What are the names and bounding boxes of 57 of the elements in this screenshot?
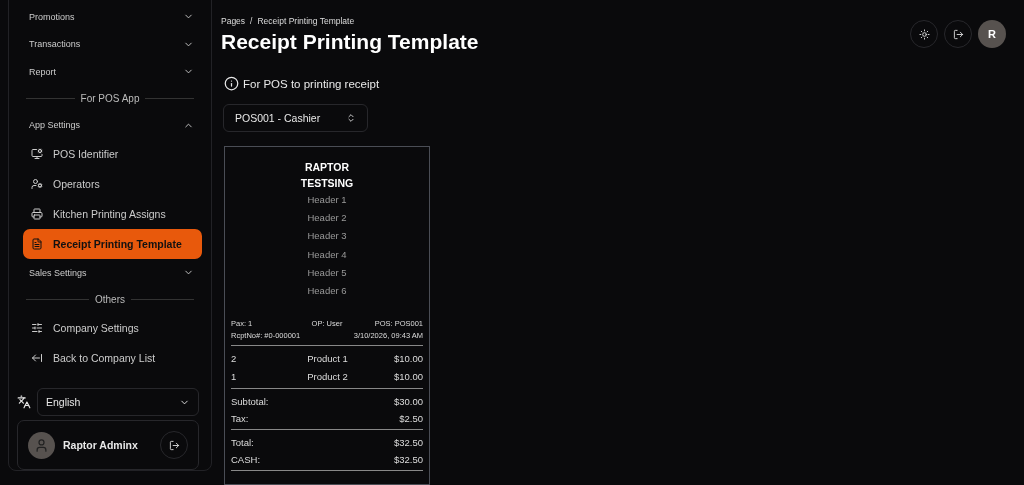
total-label: Subtotal: <box>231 395 269 410</box>
info-icon <box>224 76 239 91</box>
header-line: Header 1 <box>306 193 348 207</box>
pos-select[interactable]: POS001 - Cashier <box>223 104 369 132</box>
sidebar-item[interactable]: Back to Company List <box>23 342 202 373</box>
user-name: Raptor Adminx <box>63 439 139 451</box>
item-name: Product 1 <box>307 353 348 365</box>
nav-icon <box>31 351 43 364</box>
sidebar-group[interactable]: Sales Settings <box>14 259 206 287</box>
sidebar-item[interactable]: Kitchen Printing Assigns <box>23 199 202 229</box>
sidebar-group[interactable]: Promotions <box>14 3 206 31</box>
nav-icon <box>31 178 43 190</box>
nav-icon <box>31 148 43 160</box>
header-line: Header 6 <box>306 284 348 298</box>
user-avatar[interactable]: R <box>978 20 1006 48</box>
language-select[interactable]: English <box>37 388 199 416</box>
total-label: Tax: <box>231 412 249 427</box>
breadcrumb-link[interactable]: Pages <box>221 16 246 26</box>
total-value: $32.50 <box>393 453 423 468</box>
language-icon <box>17 395 31 409</box>
total-value: $2.50 <box>399 412 423 427</box>
item-qty: 1 <box>231 370 238 385</box>
chevron-icon <box>346 113 357 123</box>
sun-icon <box>918 28 930 40</box>
total-value: $30.00 <box>393 395 423 410</box>
company-name: TESTSING <box>299 176 355 191</box>
total-label: Total: <box>231 436 254 451</box>
nav-icon <box>31 238 43 250</box>
total-value: $32.50 <box>393 436 423 451</box>
item-price: $10.00 <box>393 370 423 385</box>
company-name: RAPTOR <box>303 160 351 175</box>
item-qty: 2 <box>231 352 238 367</box>
sidebar-group[interactable]: App Settings <box>14 111 206 139</box>
item-price: $10.00 <box>393 352 423 367</box>
header-line: Header 5 <box>306 265 348 280</box>
item-name: Product 2 <box>307 371 348 383</box>
avatar-icon <box>28 431 55 459</box>
sidebar-group[interactable]: Transactions <box>14 30 206 58</box>
breadcrumb-separator: / <box>250 16 253 26</box>
total-label: CASH: <box>231 453 261 468</box>
breadcrumb-link[interactable]: Receipt Printing Template <box>257 16 355 26</box>
nav-icon <box>31 208 43 220</box>
nav-icon <box>31 321 43 334</box>
section-label: For POS App <box>14 85 206 112</box>
logout-icon <box>168 439 180 451</box>
sidebar-item[interactable]: Receipt Printing Template <box>23 229 202 259</box>
header-line: Header 4 <box>306 247 348 262</box>
sidebar-item[interactable]: Operators <box>23 169 202 199</box>
sidebar-item[interactable]: Company Settings <box>23 312 202 343</box>
header-line: Header 2 <box>306 211 348 226</box>
page-title: Receipt Printing Template <box>221 30 479 54</box>
info-text: For POS to printing receipt <box>243 77 380 90</box>
sidebar-item[interactable]: POS Identifier <box>23 139 202 169</box>
logout-icon <box>952 28 964 40</box>
header-line: Header 3 <box>306 229 348 244</box>
section-label: Others <box>14 286 206 313</box>
sidebar-group[interactable]: Report <box>14 58 206 86</box>
